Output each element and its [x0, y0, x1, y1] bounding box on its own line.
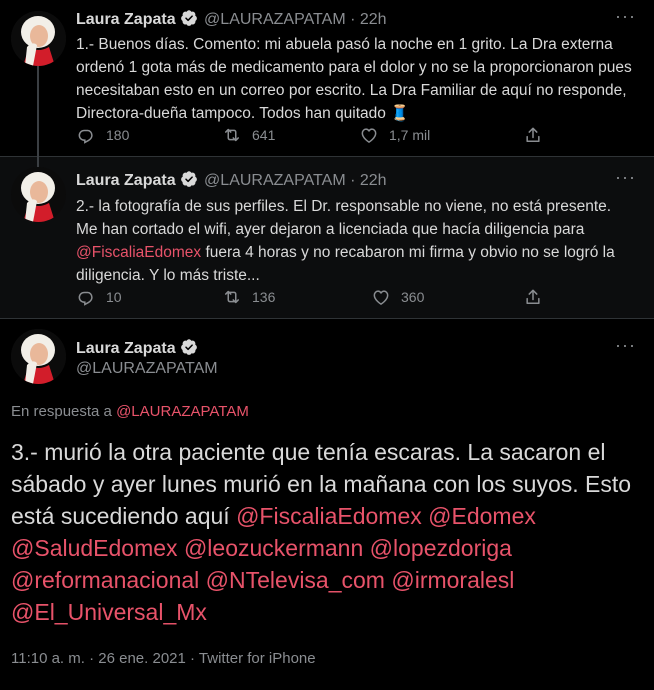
- verified-icon: [180, 9, 198, 27]
- verified-icon: [180, 338, 198, 356]
- reply-button[interactable]: 180: [76, 125, 129, 145]
- avatar-image: [11, 11, 66, 66]
- avatar[interactable]: [11, 167, 66, 222]
- reply-icon: [76, 125, 96, 145]
- tweet-header: Laura Zapata @LAURAZAPATAM · 22h: [76, 170, 387, 190]
- share-icon: [523, 287, 543, 307]
- reply-context: En respuesta a @LAURAZAPATAM: [11, 403, 249, 420]
- thread-emoji: 🧵: [390, 105, 410, 122]
- like-icon: [359, 125, 379, 145]
- reply-count: 180: [106, 127, 130, 143]
- like-button[interactable]: 360: [371, 287, 424, 307]
- mention-link[interactable]: @irmoralesl: [391, 567, 514, 593]
- reply-icon: [76, 287, 96, 307]
- timestamp[interactable]: 22h: [360, 172, 387, 189]
- avatar-image: [11, 167, 66, 222]
- tweet-2[interactable]: Laura Zapata @LAURAZAPATAM · 22h ··· 2.-…: [0, 157, 654, 319]
- verified-icon: [180, 170, 198, 188]
- more-icon[interactable]: ···: [615, 335, 636, 356]
- author-handle[interactable]: @LAURAZAPATAM: [204, 172, 346, 189]
- tweet-actions: 180 641 1,7 mil: [76, 125, 556, 145]
- like-icon: [371, 287, 391, 307]
- like-count: 1,7 mil: [389, 127, 431, 143]
- author-name[interactable]: Laura Zapata: [76, 172, 176, 189]
- reply-mention-link[interactable]: @LAURAZAPATAM: [116, 403, 249, 420]
- reply-prefix: En respuesta a: [11, 403, 117, 420]
- tweet-3-main: Laura Zapata @LAURAZAPATAM ··· En respue…: [0, 319, 654, 690]
- share-button[interactable]: [523, 125, 553, 145]
- like-button[interactable]: 1,7 mil: [359, 125, 430, 145]
- tweet-metadata[interactable]: 11:10 a. m. · 26 ene. 2021 · Twitter for…: [11, 650, 316, 667]
- tweet-header: Laura Zapata @LAURAZAPATAM · 22h: [76, 9, 387, 29]
- tweet-text-content: 1.- Buenos días. Comento: mi abuela pasó…: [76, 36, 632, 122]
- retweet-button[interactable]: 641: [222, 125, 275, 145]
- mention-link[interactable]: @reformanacional: [11, 567, 199, 593]
- tweet-header: Laura Zapata: [76, 338, 200, 358]
- tweet-actions: 10 136 360: [76, 287, 556, 307]
- tweet-text: 2.- la fotografía de sus perfiles. El Dr…: [76, 195, 636, 287]
- tweet-text: 3.- murió la otra paciente que tenía esc…: [11, 436, 641, 628]
- separator-dot: ·: [350, 172, 356, 189]
- timestamp[interactable]: 22h: [360, 11, 387, 28]
- mention-link[interactable]: @SaludEdomex: [11, 535, 178, 561]
- mention-link[interactable]: @Edomex: [428, 503, 536, 529]
- mention-link[interactable]: @leozuckermann: [184, 535, 363, 561]
- mention-link[interactable]: @El_Universal_Mx: [11, 599, 207, 625]
- author-handle[interactable]: @LAURAZAPATAM: [204, 11, 346, 28]
- mention-link[interactable]: @FiscaliaEdomex: [76, 244, 201, 261]
- retweet-count: 641: [252, 127, 276, 143]
- tweet-1[interactable]: Laura Zapata @LAURAZAPATAM · 22h ··· 1.-…: [0, 0, 654, 157]
- avatar[interactable]: [11, 329, 66, 384]
- more-icon[interactable]: ···: [615, 6, 636, 27]
- retweet-button[interactable]: 136: [222, 287, 275, 307]
- retweet-icon: [222, 287, 242, 307]
- author-handle[interactable]: @LAURAZAPATAM: [76, 360, 218, 378]
- avatar-image: [11, 329, 66, 384]
- reply-count: 10: [106, 289, 122, 305]
- tweet-text-part: 2.- la fotografía de sus perfiles. El Dr…: [76, 198, 612, 238]
- reply-button[interactable]: 10: [76, 287, 122, 307]
- retweet-icon: [222, 125, 242, 145]
- separator-dot: ·: [350, 11, 356, 28]
- author-name[interactable]: Laura Zapata: [76, 340, 176, 357]
- tweet-text: 1.- Buenos días. Comento: mi abuela pasó…: [76, 33, 636, 125]
- author-name[interactable]: Laura Zapata: [76, 11, 176, 28]
- mention-link[interactable]: @FiscaliaEdomex: [236, 503, 422, 529]
- share-button[interactable]: [523, 287, 553, 307]
- mention-link[interactable]: @NTelevisa_com: [206, 567, 385, 593]
- share-icon: [523, 125, 543, 145]
- like-count: 360: [401, 289, 425, 305]
- mention-link[interactable]: @lopezdoriga: [370, 535, 512, 561]
- more-icon[interactable]: ···: [615, 167, 636, 188]
- retweet-count: 136: [252, 289, 276, 305]
- thread-line: [37, 157, 39, 167]
- avatar[interactable]: [11, 11, 66, 66]
- thread-line: [37, 66, 39, 157]
